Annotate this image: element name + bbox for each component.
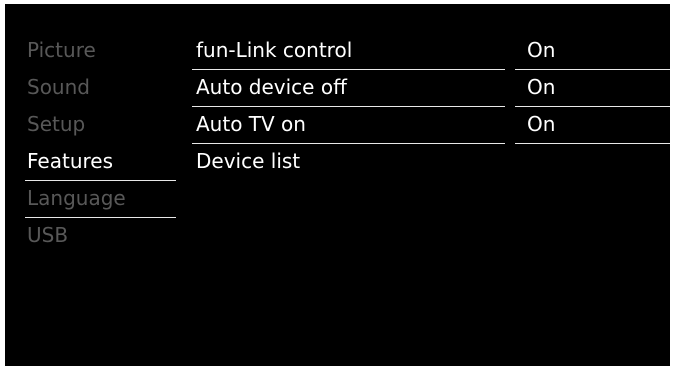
menu-item-features[interactable]: Features [25,144,176,181]
menu-item-setup[interactable]: Setup [25,107,176,144]
menu-item-language[interactable]: Language [25,181,176,218]
features-submenu: fun-Link control Auto device off Auto TV… [192,33,505,181]
menu-item-picture[interactable]: Picture [25,33,176,70]
value-auto-device-off[interactable]: On [515,70,670,107]
submenu-item-auto-tv-on[interactable]: Auto TV on [192,107,505,144]
submenu-item-device-list[interactable]: Device list [192,144,505,181]
tv-menu-screen: Picture Sound Setup Features Language US… [5,4,670,366]
submenu-item-fun-link-control[interactable]: fun-Link control [192,33,505,70]
menu-item-sound[interactable]: Sound [25,70,176,107]
submenu-item-auto-device-off[interactable]: Auto device off [192,70,505,107]
main-menu: Picture Sound Setup Features Language US… [25,33,176,255]
menu-item-usb[interactable]: USB [25,218,176,255]
value-fun-link-control[interactable]: On [515,33,670,70]
setting-values: On On On [515,33,670,144]
value-auto-tv-on[interactable]: On [515,107,670,144]
